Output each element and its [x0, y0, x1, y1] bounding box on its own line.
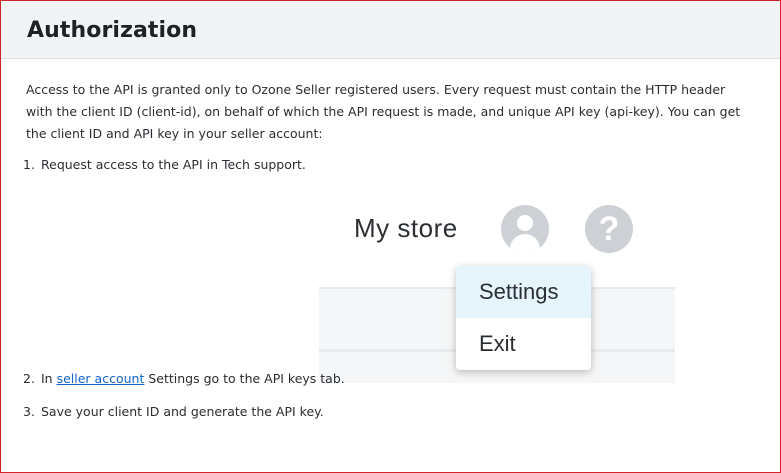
my-store-illustration: My store ? Settings Exit [319, 187, 675, 383]
help-icon[interactable]: ? [585, 205, 633, 253]
step-number: 1. [23, 157, 35, 172]
seller-account-link[interactable]: seller account [57, 371, 145, 386]
menu-item-settings[interactable]: Settings [456, 266, 591, 318]
user-dropdown-menu: Settings Exit [456, 266, 591, 370]
menu-item-exit[interactable]: Exit [456, 318, 591, 370]
step-text-post: Settings go to the API keys tab. [148, 371, 345, 386]
step-number: 2. [23, 371, 35, 386]
store-title: My store [354, 213, 458, 243]
page-title: Authorization [27, 18, 198, 43]
section-header: Authorization [1, 1, 780, 59]
step-1: 1. Request access to the API in Tech supp… [23, 157, 306, 173]
intro-paragraph: Access to the API is granted only to Ozo… [26, 82, 741, 141]
avatar-head [517, 215, 533, 231]
step-number: 3. [23, 404, 35, 419]
step-text: Request access to the API in Tech suppor… [41, 157, 306, 172]
user-avatar-icon[interactable] [501, 205, 549, 253]
menu-caret [521, 259, 535, 266]
avatar-body [510, 234, 540, 253]
step-2: 2. In seller account Settings go to the A… [23, 371, 345, 387]
step-text: Save your client ID and generate the API… [41, 404, 324, 419]
step-text-pre: In [41, 371, 53, 386]
step-3: 3. Save your client ID and generate the A… [23, 404, 324, 420]
